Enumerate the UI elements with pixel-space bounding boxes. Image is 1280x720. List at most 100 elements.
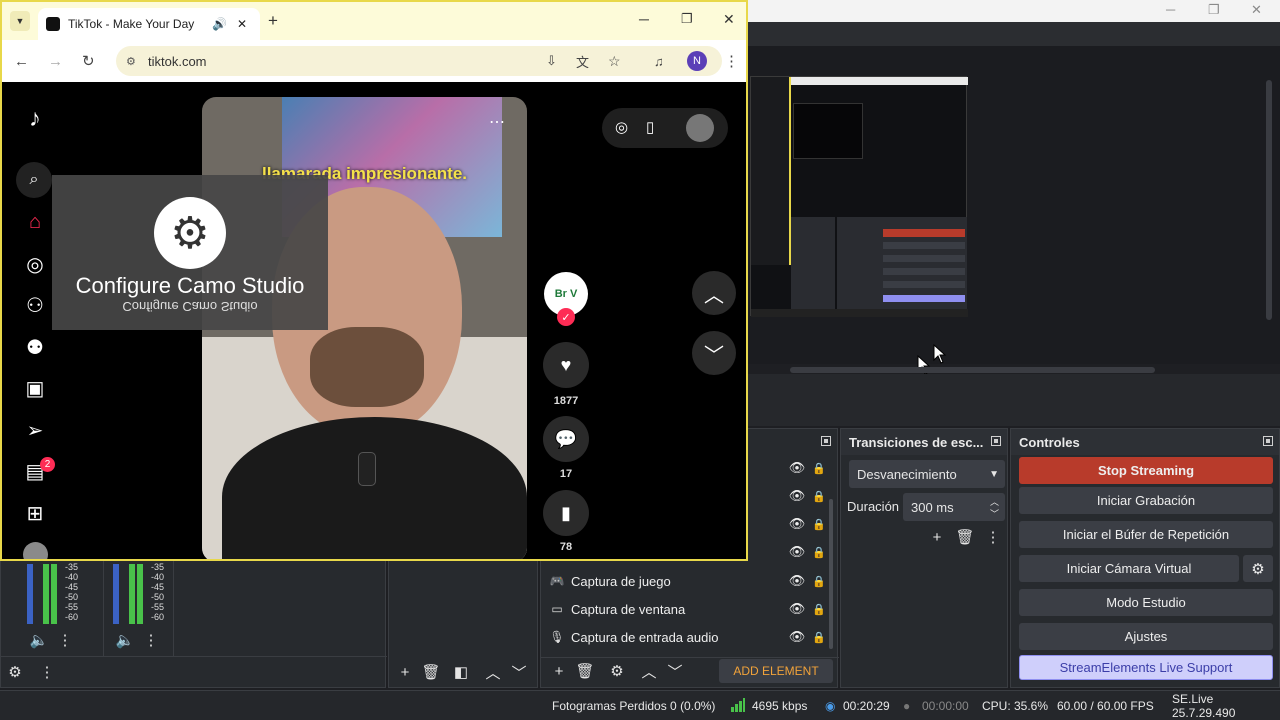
add-icon[interactable]: + [927, 527, 947, 547]
chevron-down-icon[interactable]: ﹀ [990, 507, 999, 520]
follow-check-icon[interactable]: ✓ [557, 308, 575, 326]
kebab-menu-icon[interactable]: ⋮ [724, 52, 739, 70]
friends-icon[interactable]: ⚉ [22, 334, 48, 360]
lock-icon[interactable]: 🔒 [812, 630, 826, 644]
bookmark-icon: ▮ [561, 502, 571, 523]
speaker-icon[interactable]: 🔈 [29, 630, 49, 650]
chevron-down-icon[interactable]: ﹀ [509, 662, 529, 682]
save-button[interactable]: ▮ [543, 490, 589, 536]
sources-scrollbar[interactable] [829, 499, 833, 649]
preview-scrollbar-vertical[interactable] [1266, 80, 1272, 320]
explore-icon[interactable]: ◎ [22, 251, 48, 277]
reload-icon[interactable]: ↻ [82, 52, 95, 70]
lock-icon[interactable]: 🔒 [812, 489, 826, 503]
eye-icon[interactable]: 👁 [789, 573, 806, 589]
eye-icon[interactable]: 👁 [789, 460, 806, 476]
new-tab-icon[interactable]: + [268, 11, 278, 31]
home-icon[interactable]: ⌂ [22, 209, 48, 235]
lock-icon[interactable]: 🔒 [812, 602, 826, 616]
eye-icon[interactable]: 👁 [789, 488, 806, 504]
lock-icon[interactable]: 🔒 [812, 574, 826, 588]
virtual-camera-button[interactable]: Iniciar Cámara Virtual [1019, 555, 1239, 582]
more-options-icon[interactable]: ⋯ [489, 112, 505, 132]
kebab-menu-icon[interactable]: ⋮ [141, 630, 161, 650]
lock-icon[interactable]: 🔒 [812, 545, 826, 559]
fps: 60.00 / 60.00 FPS [1057, 698, 1154, 713]
source-item[interactable]: 🎙 Captura de entrada audio [549, 625, 824, 649]
source-item[interactable]: ▭ Captura de ventana [549, 597, 824, 621]
omnibox[interactable]: ⚙ tiktok.com ⇩ 文 ☆ [116, 46, 722, 76]
eye-icon[interactable]: 👁 [789, 516, 806, 532]
chevron-down-icon[interactable]: ﹀ [665, 661, 685, 681]
kebab-menu-icon[interactable]: ⋮ [55, 630, 75, 650]
restore-icon[interactable]: ❐ [1208, 2, 1220, 18]
messages-icon[interactable]: ➢ [22, 417, 48, 443]
media-control-icon[interactable]: ♫ [654, 54, 664, 69]
minimize-icon[interactable]: ─ [1166, 2, 1175, 17]
virtual-camera-settings-icon[interactable]: ⚙ [1243, 555, 1273, 582]
install-app-icon[interactable]: ⇩ [546, 53, 557, 69]
like-button[interactable]: ♥ [543, 342, 589, 388]
compass-icon[interactable]: ◎ [615, 118, 628, 136]
add-icon[interactable]: + [395, 662, 415, 682]
filter-icon[interactable]: ◧ [451, 662, 471, 682]
upload-icon[interactable]: ⊞ [22, 500, 48, 526]
close-tab-icon[interactable]: ✕ [237, 17, 247, 31]
eye-icon[interactable]: 👁 [789, 629, 806, 645]
preview-scrollbar-horizontal[interactable] [790, 367, 1155, 373]
trash-icon[interactable]: 🗑 [421, 662, 441, 682]
site-info-icon[interactable]: ⚙ [126, 55, 136, 68]
settings-button[interactable]: Ajustes [1019, 623, 1273, 650]
speaker-icon[interactable]: 🔈 [115, 630, 135, 650]
undock-icon[interactable] [991, 436, 1001, 446]
camo-overlay[interactable]: ⚙ Configure Camo Studio Configure Camo S… [52, 175, 328, 330]
profile-avatar[interactable]: N [687, 51, 707, 71]
restore-icon[interactable]: ❐ [681, 11, 693, 27]
close-window-icon[interactable]: ✕ [723, 11, 735, 28]
forward-icon[interactable]: → [48, 53, 63, 70]
save-count: 78 [559, 541, 573, 553]
advanced-audio-icon[interactable]: ⚙ [5, 662, 25, 682]
phone-icon[interactable]: ▯ [646, 118, 654, 136]
eye-icon[interactable]: 👁 [789, 601, 806, 617]
gear-icon[interactable]: ⚙ [607, 661, 627, 681]
source-item[interactable]: 🎮 Captura de juego [549, 569, 824, 593]
duration-spinbox[interactable]: 300 ms ︿ ﹀ [903, 493, 1005, 521]
tiktok-logo-icon[interactable]: ♪ [22, 105, 48, 132]
undock-icon[interactable] [1263, 436, 1273, 446]
close-icon[interactable]: ✕ [1251, 2, 1262, 18]
live-icon[interactable]: ▣ [22, 375, 48, 401]
eye-icon[interactable]: 👁 [789, 544, 806, 560]
trash-icon[interactable]: 🗑 [955, 527, 975, 547]
minimize-icon[interactable]: ─ [639, 11, 649, 27]
next-video-button[interactable]: ﹀ [692, 331, 736, 375]
kebab-menu-icon[interactable]: ⋮ [37, 662, 57, 682]
bookmark-star-icon[interactable]: ☆ [608, 53, 621, 70]
replay-buffer-button[interactable]: Iniciar el Búfer de Repetición [1019, 521, 1273, 548]
profile-avatar[interactable] [23, 542, 48, 559]
start-recording-button[interactable]: Iniciar Grabación [1019, 487, 1273, 514]
stop-streaming-button[interactable]: Stop Streaming [1019, 457, 1273, 484]
tab-tiktok[interactable]: TikTok - Make Your Day 🔊 ✕ [38, 8, 260, 40]
chevron-up-icon[interactable]: ︿ [639, 661, 659, 681]
previous-video-button[interactable]: ︿ [692, 271, 736, 315]
streamelements-support-button[interactable]: StreamElements Live Support [1019, 655, 1273, 680]
back-icon[interactable]: ← [14, 53, 29, 70]
lock-icon[interactable]: 🔒 [812, 517, 826, 531]
undock-icon[interactable] [821, 436, 831, 446]
lock-icon[interactable]: 🔒 [812, 461, 826, 475]
search-icon[interactable]: ⌕ [16, 162, 52, 198]
transition-select[interactable]: Desvanecimiento ▼ [849, 460, 1005, 488]
trash-icon[interactable]: 🗑 [575, 661, 595, 681]
following-icon[interactable]: ⚇ [22, 292, 48, 318]
speaker-icon[interactable]: 🔊 [212, 17, 227, 31]
avatar[interactable] [686, 114, 714, 142]
tab-search-icon[interactable]: ▼ [10, 11, 30, 31]
studio-mode-button[interactable]: Modo Estudio [1019, 589, 1273, 616]
chevron-up-icon[interactable]: ︿ [483, 662, 503, 682]
comment-button[interactable]: 💬 [543, 416, 589, 462]
kebab-menu-icon[interactable]: ⋮ [983, 527, 1003, 547]
add-icon[interactable]: + [549, 661, 569, 681]
add-element-button[interactable]: ADD ELEMENT [719, 659, 833, 683]
translate-icon[interactable]: 文 [576, 52, 589, 71]
